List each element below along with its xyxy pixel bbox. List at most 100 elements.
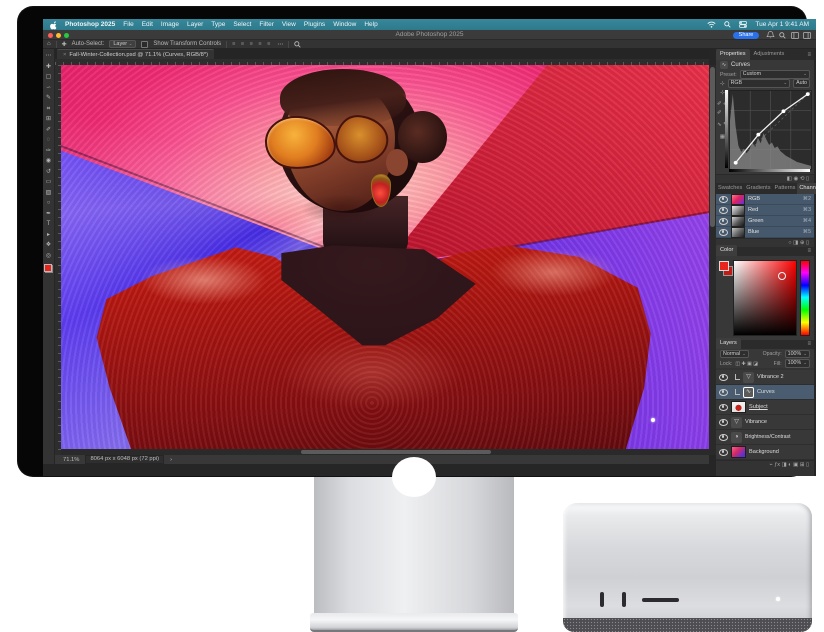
brush-tool-icon[interactable]: ✑ bbox=[44, 147, 54, 157]
auto-select-dropdown[interactable]: Layer ⌄ bbox=[109, 40, 136, 48]
channel-dropdown[interactable]: RGB⌄ bbox=[728, 79, 790, 88]
foreground-background-swatches[interactable] bbox=[44, 264, 53, 273]
marquee-tool-icon[interactable]: ▢ bbox=[44, 73, 54, 83]
wifi-icon[interactable] bbox=[707, 21, 716, 28]
tab-channels[interactable]: Channels bbox=[797, 183, 816, 194]
align-icons[interactable]: ≡ ≡ ≡ ≡ ≡ bbox=[232, 41, 272, 47]
layer-thumbnail[interactable] bbox=[731, 446, 746, 458]
workspace-switcher-icon[interactable] bbox=[803, 32, 811, 39]
tab-layers[interactable]: Layers bbox=[716, 338, 741, 349]
tab-adjustments[interactable]: Adjustments bbox=[750, 49, 789, 60]
visibility-eye-icon[interactable] bbox=[719, 229, 728, 236]
hue-slider[interactable] bbox=[800, 260, 810, 336]
pen-tool-icon[interactable]: ✒ bbox=[44, 210, 54, 220]
arrange-icon[interactable] bbox=[791, 32, 799, 39]
move-tool-icon[interactable]: ✚ bbox=[44, 63, 54, 73]
layer-row-subject[interactable]: Subject bbox=[716, 400, 814, 415]
targeted-adjustment-icon[interactable]: ⊹ bbox=[720, 81, 725, 87]
lock-icons[interactable]: ◫ ✚ ▣ ◪ bbox=[735, 361, 758, 367]
visibility-eye-icon[interactable] bbox=[719, 389, 728, 396]
panel-menu-icon[interactable]: ≡ bbox=[807, 247, 811, 256]
spotlight-search-icon[interactable] bbox=[724, 21, 731, 28]
color-picker-ring[interactable] bbox=[778, 272, 786, 280]
menu-app-name[interactable]: Photoshop 2025 bbox=[65, 21, 115, 28]
healing-brush-tool-icon[interactable]: ◌ bbox=[44, 136, 54, 146]
layer-name[interactable]: Background bbox=[749, 449, 779, 455]
fill-value[interactable]: 100%⌄ bbox=[785, 359, 810, 368]
layer-thumbnail[interactable] bbox=[731, 401, 746, 413]
menu-item-plugins[interactable]: Plugins bbox=[304, 21, 325, 28]
channel-row-blue[interactable]: Blue ⌘5 bbox=[716, 227, 814, 238]
horizontal-scrollbar-thumb[interactable] bbox=[301, 450, 491, 454]
home-icon[interactable]: ⌂ bbox=[47, 41, 51, 47]
apple-logo-icon[interactable] bbox=[50, 21, 57, 29]
clone-stamp-tool-icon[interactable]: ◉ bbox=[44, 157, 54, 167]
tab-patterns[interactable]: Patterns bbox=[773, 183, 798, 194]
channel-row-red[interactable]: Red ⌘3 bbox=[716, 205, 814, 216]
path-select-tool-icon[interactable]: ▸ bbox=[44, 231, 54, 241]
channel-row-rgb[interactable]: RGB ⌘2 bbox=[716, 194, 814, 205]
visibility-eye-icon[interactable] bbox=[719, 434, 728, 441]
panel-menu-icon[interactable]: ≡ bbox=[807, 51, 811, 60]
notifications-bell-icon[interactable] bbox=[767, 31, 774, 39]
layer-row-vibrance-2[interactable]: ▽ Vibrance 2 bbox=[716, 370, 814, 385]
zoom-search-icon[interactable] bbox=[294, 41, 301, 48]
channel-row-green[interactable]: Green ⌘4 bbox=[716, 216, 814, 227]
blur-tool-icon[interactable]: ○ bbox=[44, 199, 54, 209]
visibility-eye-icon[interactable] bbox=[719, 449, 728, 456]
zoom-level[interactable]: 71.1% bbox=[63, 457, 79, 463]
zoom-tool-icon[interactable]: ◎ bbox=[44, 252, 54, 262]
preset-dropdown[interactable]: Custom⌄ bbox=[740, 70, 810, 79]
layer-name[interactable]: Curves bbox=[757, 389, 775, 395]
layer-row-curves[interactable]: ∿ Curves bbox=[716, 385, 814, 400]
foreground-color-swatch[interactable] bbox=[44, 264, 52, 272]
eraser-tool-icon[interactable]: ▭ bbox=[44, 178, 54, 188]
visibility-eye-icon[interactable] bbox=[719, 404, 728, 411]
layers-footer-icon-set[interactable]: ⌁ ƒx ◨ ◐ ▣ ⊞ ▯ bbox=[769, 462, 809, 468]
menu-item-edit[interactable]: Edit bbox=[142, 21, 153, 28]
search-icon[interactable] bbox=[779, 32, 786, 39]
color-swatch-pair[interactable] bbox=[719, 261, 732, 291]
share-button[interactable]: Share bbox=[733, 32, 759, 39]
layer-name[interactable]: Subject bbox=[749, 404, 768, 410]
menu-item-select[interactable]: Select bbox=[233, 21, 251, 28]
edit-toolbar-icon[interactable]: ⋯ bbox=[44, 52, 54, 62]
auto-button[interactable]: Auto bbox=[793, 79, 810, 88]
status-chevron-icon[interactable]: › bbox=[170, 457, 172, 463]
more-options-icon[interactable]: ⋯ bbox=[277, 41, 283, 48]
channels-footer-icon-set[interactable]: ○ ◨ ⊕ ▯ bbox=[788, 240, 809, 246]
vertical-scrollbar[interactable] bbox=[709, 65, 716, 455]
properties-footer-icon-set[interactable]: ◧ ◉ ⟲ ▯ bbox=[787, 176, 809, 182]
frame-tool-icon[interactable]: ⊞ bbox=[44, 115, 54, 125]
menu-item-help[interactable]: Help bbox=[364, 21, 377, 28]
type-tool-icon[interactable]: T bbox=[44, 220, 54, 230]
menu-item-file[interactable]: File bbox=[123, 21, 133, 28]
menu-item-view[interactable]: View bbox=[282, 21, 296, 28]
menu-item-image[interactable]: Image bbox=[161, 21, 179, 28]
tab-swatches[interactable]: Swatches bbox=[716, 183, 744, 194]
gradient-tool-icon[interactable]: ▨ bbox=[44, 189, 54, 199]
visibility-eye-icon[interactable] bbox=[719, 218, 728, 225]
menu-clock[interactable]: Tue Apr 1 9:41 AM bbox=[755, 21, 809, 28]
tab-properties[interactable]: Properties bbox=[716, 49, 750, 60]
visibility-eye-icon[interactable] bbox=[719, 207, 728, 214]
menu-item-layer[interactable]: Layer bbox=[187, 21, 203, 28]
eyedropper-tool-icon[interactable]: ✐ bbox=[44, 126, 54, 136]
visibility-eye-icon[interactable] bbox=[719, 419, 728, 426]
curve-graph[interactable] bbox=[729, 90, 812, 170]
vertical-scrollbar-thumb[interactable] bbox=[710, 67, 715, 227]
layer-name[interactable]: Vibrance bbox=[745, 419, 767, 425]
blend-mode-dropdown[interactable]: Normal⌄ bbox=[720, 350, 749, 359]
layer-row-brightness-contrast[interactable]: ◑ Brightness/Contrast bbox=[716, 430, 814, 445]
move-tool-icon[interactable]: ✚ bbox=[62, 41, 67, 48]
document-canvas[interactable] bbox=[61, 65, 709, 449]
saturation-brightness-field[interactable] bbox=[733, 260, 797, 336]
visibility-eye-icon[interactable] bbox=[719, 196, 728, 203]
layer-name[interactable]: Brightness/Contrast bbox=[745, 434, 791, 440]
layer-row-background[interactable]: Background bbox=[716, 445, 814, 460]
hand-tool-icon[interactable]: ❖ bbox=[44, 241, 54, 251]
quick-selection-tool-icon[interactable]: ✎ bbox=[44, 94, 54, 104]
close-tab-icon[interactable]: × bbox=[63, 52, 66, 58]
opacity-value[interactable]: 100%⌄ bbox=[785, 350, 810, 359]
control-center-icon[interactable] bbox=[739, 21, 747, 28]
